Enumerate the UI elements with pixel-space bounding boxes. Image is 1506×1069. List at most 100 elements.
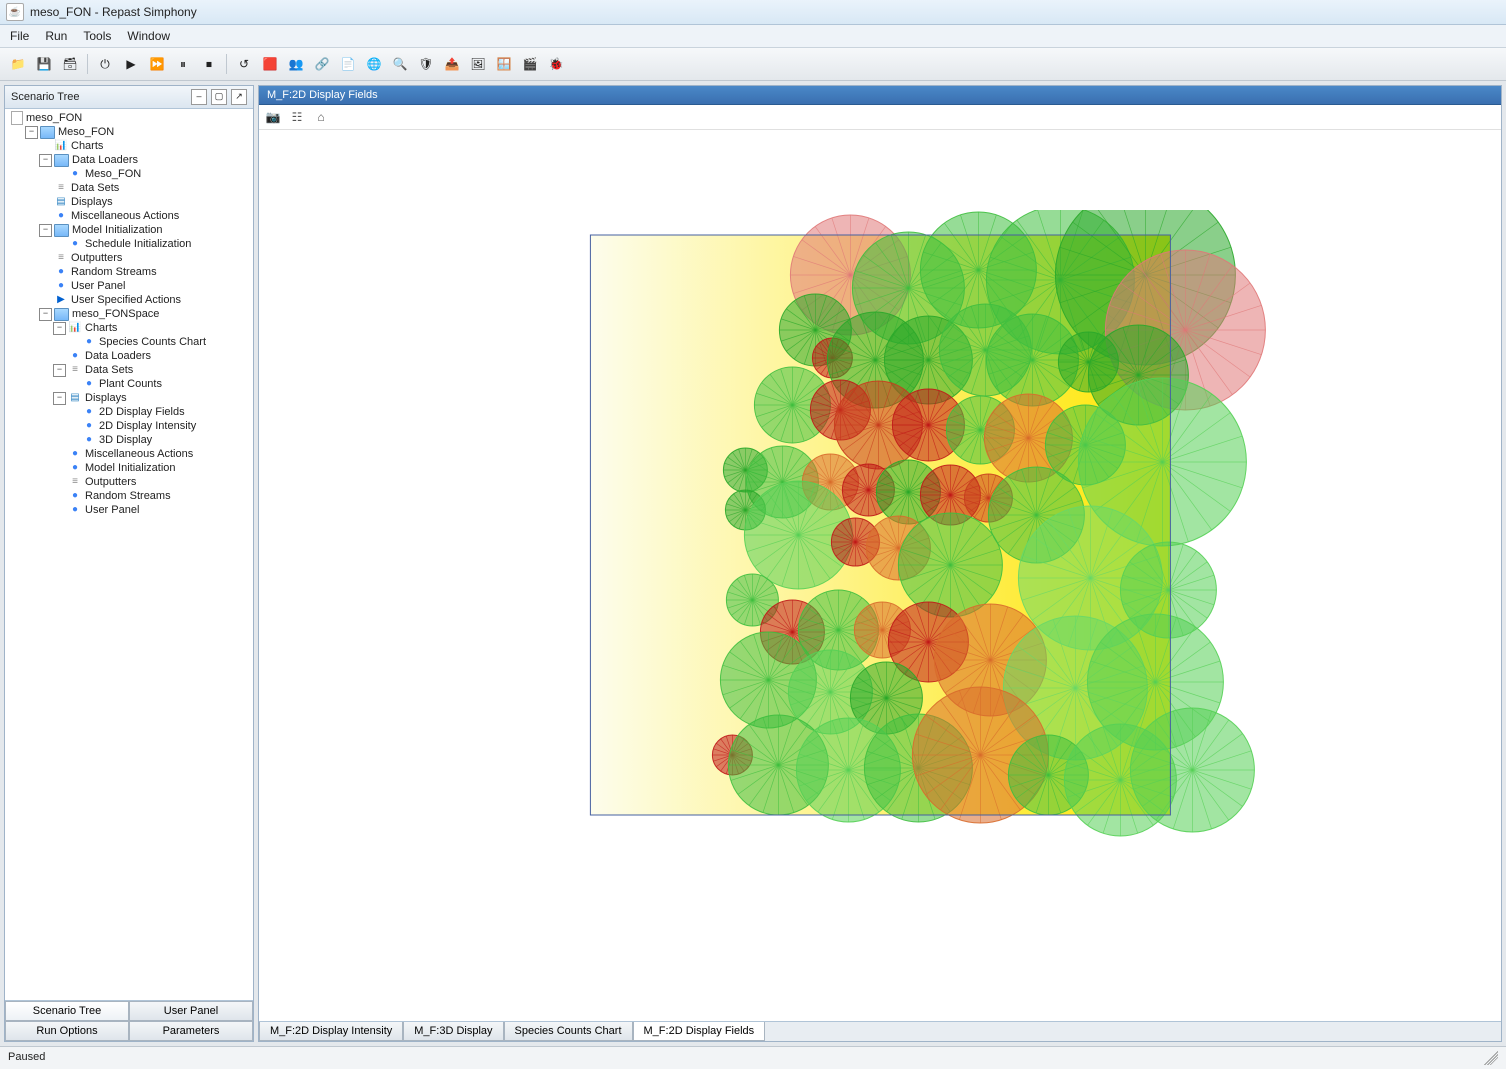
home-icon[interactable]: ⌂ xyxy=(311,107,331,127)
tree-item[interactable]: −meso_FONSpace xyxy=(37,307,251,321)
tree-item[interactable]: Plant Counts xyxy=(65,377,251,391)
menu-tools[interactable]: Tools xyxy=(75,27,119,45)
tree-item-label: 2D Display Fields xyxy=(99,405,185,419)
tree-item[interactable]: Miscellaneous Actions xyxy=(37,209,251,223)
log-icon[interactable]: 📄 xyxy=(336,52,360,76)
database-icon[interactable]: 🗃 xyxy=(58,52,82,76)
tree-toggle-icon[interactable]: − xyxy=(25,126,38,139)
pause-icon[interactable]: ⏸ xyxy=(171,52,195,76)
tree-item-label: Miscellaneous Actions xyxy=(85,447,193,461)
maximize-icon[interactable]: ▢ xyxy=(211,89,227,105)
menu-window[interactable]: Window xyxy=(119,27,178,45)
tree-item[interactable]: Miscellaneous Actions xyxy=(51,447,251,461)
resize-grip-icon[interactable] xyxy=(1484,1051,1498,1065)
tree-item[interactable]: User Panel xyxy=(37,279,251,293)
scenario-pane-title: Scenario Tree xyxy=(11,91,79,103)
float-icon[interactable]: ↗ xyxy=(231,89,247,105)
camera-icon[interactable]: 📷 xyxy=(263,107,283,127)
bullet-icon xyxy=(68,350,82,362)
tree-item[interactable]: Model Initialization xyxy=(51,461,251,475)
reset-icon[interactable]: ↺ xyxy=(232,52,256,76)
tree-item[interactable]: ≡Data Sets xyxy=(37,181,251,195)
folder-icon xyxy=(54,308,69,321)
tree-toggle-placeholder xyxy=(67,378,80,391)
bottom-tab-m-f-2d-display-intensity[interactable]: M_F:2D Display Intensity xyxy=(259,1022,403,1041)
picture-icon[interactable]: 🖼 xyxy=(466,52,490,76)
bug-icon[interactable]: 🐞 xyxy=(544,52,568,76)
minimize-icon[interactable]: – xyxy=(191,89,207,105)
tree-item[interactable]: User Specified Actions xyxy=(37,293,251,307)
layers-icon[interactable]: ☷ xyxy=(287,107,307,127)
tree-item[interactable]: 2D Display Intensity xyxy=(65,419,251,433)
window-icon[interactable]: 🪟 xyxy=(492,52,516,76)
tree-item[interactable]: ≡Outputters xyxy=(37,251,251,265)
tree-item[interactable]: Schedule Initialization xyxy=(51,237,251,251)
open-icon[interactable]: 📁 xyxy=(6,52,30,76)
tree-item-label: Data Loaders xyxy=(85,349,151,363)
tree-item[interactable]: Meso_FON xyxy=(51,167,251,181)
step-icon[interactable]: ⏩ xyxy=(145,52,169,76)
movie-icon[interactable]: 🎬 xyxy=(518,52,542,76)
tree-toggle-icon[interactable]: − xyxy=(53,364,66,377)
folder-icon xyxy=(54,154,69,167)
left-tab-scenario-tree[interactable]: Scenario Tree xyxy=(5,1001,129,1021)
display-title: M_F:2D Display Fields xyxy=(267,89,378,101)
left-tab-user-panel[interactable]: User Panel xyxy=(129,1001,253,1021)
globe-icon[interactable]: 🌐 xyxy=(362,52,386,76)
tree-item[interactable]: Random Streams xyxy=(51,489,251,503)
network-icon[interactable]: 🔗 xyxy=(310,52,334,76)
tree-item[interactable]: 2D Display Fields xyxy=(65,405,251,419)
display-canvas[interactable] xyxy=(259,130,1501,1021)
stop-icon[interactable]: ⏹ xyxy=(197,52,221,76)
tree-item[interactable]: User Panel xyxy=(51,503,251,517)
left-tab-run-options[interactable]: Run Options xyxy=(5,1021,129,1041)
tree-item[interactable]: ▤Displays xyxy=(37,195,251,209)
bottom-tab-m-f-2d-display-fields[interactable]: M_F:2D Display Fields xyxy=(633,1022,766,1041)
bullet-icon xyxy=(68,490,82,502)
bullet-icon xyxy=(82,336,96,348)
menu-run[interactable]: Run xyxy=(37,27,75,45)
export-icon[interactable]: 📤 xyxy=(440,52,464,76)
tree-toggle-placeholder xyxy=(39,294,52,307)
tree-item-label: Data Sets xyxy=(71,181,119,195)
play-icon[interactable]: ▶ xyxy=(119,52,143,76)
tree-item[interactable]: 3D Display xyxy=(65,433,251,447)
tree-item[interactable]: −▤Displays xyxy=(51,391,251,405)
agents-icon[interactable]: 👥 xyxy=(284,52,308,76)
tree-item-label: User Panel xyxy=(71,279,125,293)
bullet-icon xyxy=(68,238,82,250)
tree-item[interactable]: −Data Loaders xyxy=(37,153,251,167)
colors-icon[interactable]: 🟥 xyxy=(258,52,282,76)
tree-toggle-icon[interactable]: − xyxy=(53,392,66,405)
tree-toggle-placeholder xyxy=(39,252,52,265)
simulation-svg xyxy=(530,210,1290,870)
bottom-tab-m-f-3d-display[interactable]: M_F:3D Display xyxy=(403,1022,503,1041)
search-icon[interactable]: 🔍 xyxy=(388,52,412,76)
agent-circle[interactable] xyxy=(898,513,1002,617)
bottom-tab-species-counts-chart[interactable]: Species Counts Chart xyxy=(504,1022,633,1041)
tree-toggle-icon[interactable]: − xyxy=(39,224,52,237)
tree-item[interactable]: ≡Outputters xyxy=(51,475,251,489)
tree-root[interactable]: meso_FON xyxy=(9,111,251,125)
scenario-tree[interactable]: meso_FON−Meso_FON📊Charts−Data LoadersMes… xyxy=(5,109,253,1000)
bullet-icon xyxy=(82,434,96,446)
tree-toggle-placeholder xyxy=(53,350,66,363)
init-icon[interactable]: ⏻ xyxy=(93,52,117,76)
tree-item[interactable]: Data Loaders xyxy=(51,349,251,363)
shield-icon[interactable]: 🛡 xyxy=(414,52,438,76)
menu-file[interactable]: File xyxy=(2,27,37,45)
tree-toggle-icon[interactable]: − xyxy=(39,154,52,167)
tree-item-label: Model Initialization xyxy=(72,223,163,237)
agent-circle[interactable] xyxy=(1130,708,1254,832)
tree-item[interactable]: Random Streams xyxy=(37,265,251,279)
tree-item[interactable]: −📊Charts xyxy=(51,321,251,335)
tree-item[interactable]: Species Counts Chart xyxy=(65,335,251,349)
tree-item[interactable]: −≡Data Sets xyxy=(51,363,251,377)
tree-toggle-icon[interactable]: − xyxy=(53,322,66,335)
tree-item[interactable]: − Model Initialization xyxy=(37,223,251,237)
save-icon[interactable]: 💾 xyxy=(32,52,56,76)
tree-item[interactable]: 📊Charts xyxy=(37,139,251,153)
tree-toggle-icon[interactable]: − xyxy=(39,308,52,321)
tree-item[interactable]: −Meso_FON xyxy=(23,125,251,139)
left-tab-parameters[interactable]: Parameters xyxy=(129,1021,253,1041)
